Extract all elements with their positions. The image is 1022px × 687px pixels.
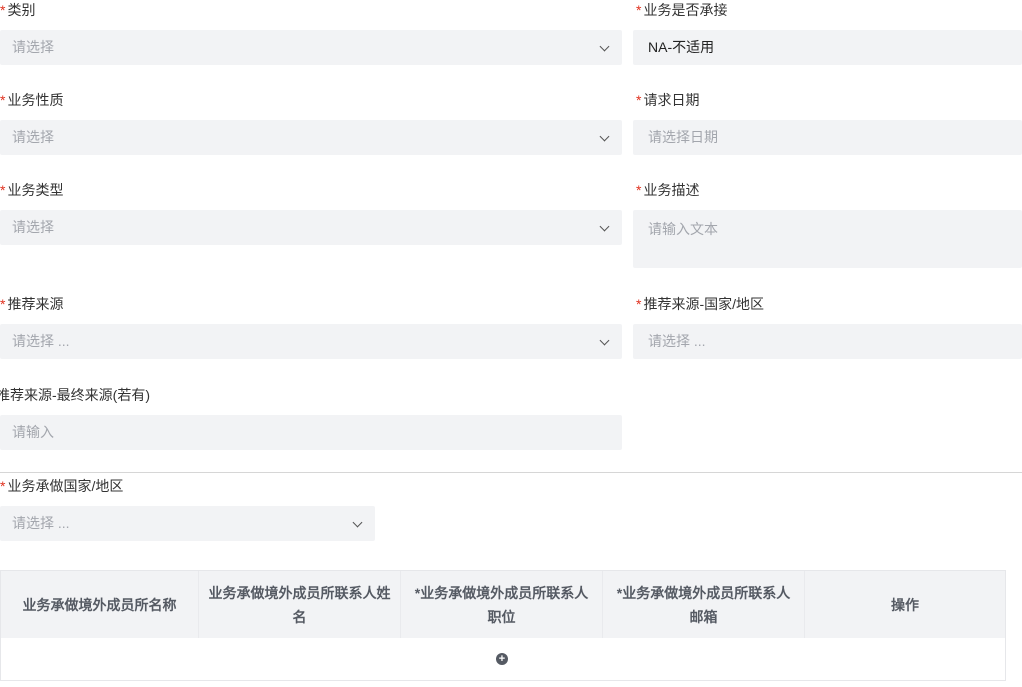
referral-final-source-label: 推荐来源-最终来源(若有) bbox=[0, 385, 150, 405]
required-mark: * bbox=[0, 2, 6, 18]
request-date-placeholder: 请选择日期 bbox=[648, 129, 718, 145]
request-date-picker[interactable]: 请选择日期 bbox=[633, 120, 1022, 155]
business-type-label: * 业务类型 bbox=[0, 180, 63, 200]
referral-final-source-label-text: 推荐来源-最终来源(若有) bbox=[0, 387, 150, 403]
business-nature-label: * 业务性质 bbox=[0, 90, 63, 110]
business-accepted-select[interactable]: NA-不适用 bbox=[633, 30, 1022, 65]
plus-circle-icon[interactable]: + bbox=[496, 653, 508, 665]
business-nature-placeholder: 请选择 bbox=[12, 129, 54, 145]
referral-source-select[interactable]: 请选择 ... bbox=[0, 324, 622, 359]
column-header-contact-name: 业务承做境外成员所联系人姓名 bbox=[199, 571, 401, 638]
add-row-area: + bbox=[1, 638, 1005, 681]
request-date-label: * 请求日期 bbox=[636, 90, 699, 110]
required-mark: * bbox=[0, 478, 6, 494]
request-date-label-text: 请求日期 bbox=[643, 92, 700, 108]
referral-final-source-input[interactable]: 请输入 bbox=[0, 415, 622, 450]
chevron-down-icon bbox=[599, 41, 610, 52]
column-header-member-name: 业务承做境外成员所名称 bbox=[1, 571, 199, 638]
undertaking-country-select[interactable]: 请选择 ... bbox=[0, 506, 375, 541]
required-mark: * bbox=[0, 182, 6, 198]
referral-source-country-select[interactable]: 请选择 ... bbox=[633, 324, 1022, 359]
business-type-label-text: 业务类型 bbox=[7, 182, 64, 198]
required-mark: * bbox=[0, 92, 6, 108]
business-description-textarea[interactable]: 请输入文本 bbox=[633, 210, 1022, 268]
business-description-label-text: 业务描述 bbox=[643, 182, 700, 198]
undertaking-country-label: * 业务承做国家/地区 bbox=[0, 476, 123, 496]
required-mark: * bbox=[636, 296, 642, 312]
undertaking-country-label-text: 业务承做国家/地区 bbox=[7, 478, 124, 494]
business-description-label: * 业务描述 bbox=[636, 180, 699, 200]
referral-source-country-placeholder: 请选择 ... bbox=[648, 333, 706, 349]
undertaking-country-placeholder: 请选择 ... bbox=[12, 515, 70, 531]
referral-source-label-text: 推荐来源 bbox=[7, 296, 64, 312]
required-mark: * bbox=[636, 92, 642, 108]
referral-source-country-label: * 推荐来源-国家/地区 bbox=[636, 294, 764, 314]
business-type-select[interactable]: 请选择 bbox=[0, 210, 622, 245]
business-type-placeholder: 请选择 bbox=[12, 219, 54, 235]
section-divider bbox=[0, 472, 1022, 473]
category-label-text: 类别 bbox=[7, 2, 36, 18]
category-select[interactable]: 请选择 bbox=[0, 30, 622, 65]
referral-source-placeholder: 请选择 ... bbox=[12, 333, 70, 349]
column-header-contact-position: *业务承做境外成员所联系人职位 bbox=[401, 571, 603, 638]
business-accepted-value: NA-不适用 bbox=[648, 39, 715, 55]
business-accepted-label: * 业务是否承接 bbox=[636, 0, 727, 20]
business-accepted-label-text: 业务是否承接 bbox=[643, 2, 728, 18]
category-placeholder: 请选择 bbox=[12, 39, 54, 55]
column-header-actions: 操作 bbox=[891, 596, 919, 613]
required-mark: * bbox=[0, 296, 6, 312]
column-header-contact-email: *业务承做境外成员所联系人邮箱 bbox=[603, 571, 805, 638]
category-label: * 类别 bbox=[0, 0, 35, 20]
required-mark: * bbox=[636, 182, 642, 198]
referral-final-source-placeholder: 请输入 bbox=[12, 424, 54, 440]
overseas-member-table: 业务承做境外成员所名称 业务承做境外成员所联系人姓名 *业务承做境外成员所联系人… bbox=[0, 570, 1006, 681]
referral-source-label: * 推荐来源 bbox=[0, 294, 63, 314]
required-mark: * bbox=[636, 2, 642, 18]
table-header: 业务承做境外成员所名称 业务承做境外成员所联系人姓名 *业务承做境外成员所联系人… bbox=[1, 571, 1005, 638]
referral-source-country-label-text: 推荐来源-国家/地区 bbox=[643, 296, 765, 312]
business-nature-label-text: 业务性质 bbox=[7, 92, 64, 108]
business-description-placeholder: 请输入文本 bbox=[648, 221, 718, 237]
business-nature-select[interactable]: 请选择 bbox=[0, 120, 622, 155]
chevron-down-icon bbox=[599, 335, 610, 346]
chevron-down-icon bbox=[352, 517, 363, 528]
chevron-down-icon bbox=[599, 221, 610, 232]
chevron-down-icon bbox=[599, 131, 610, 142]
